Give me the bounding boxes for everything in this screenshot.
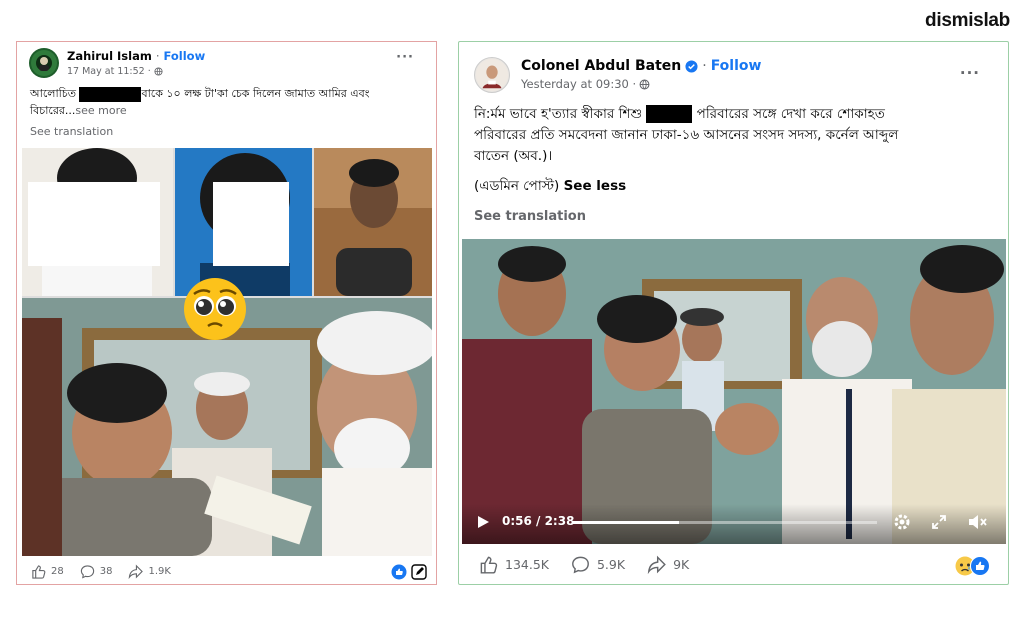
right-see-less-link[interactable]: See less [564,178,627,194]
right-share-button[interactable]: 9K [647,555,689,574]
avatar-image-icon [31,50,57,76]
play-icon[interactable] [476,515,490,529]
left-post-text: আলোচিত বাকে ১০ লক্ষ টা'কা চেক দিলেন জামা… [30,86,370,117]
left-post-header: Zahirul Islam · Follow 17 May at 11:52 · [29,48,205,78]
left-comment-button[interactable]: 38 [80,564,112,579]
globe-icon [154,67,163,76]
redaction-bar [79,86,142,102]
comment-icon [80,565,94,579]
redaction-bar [646,105,693,123]
right-timestamp[interactable]: Yesterday at 09:30 · [521,77,636,91]
right-see-translation-link[interactable]: See translation [474,209,586,224]
right-comment-button[interactable]: 5.9K [571,555,625,574]
fullscreen-icon[interactable] [931,514,947,530]
photo-young-man [314,148,432,296]
pleading-face-emoji-icon [184,278,246,340]
collage-photo-3 [314,148,432,296]
like-reaction-icon [970,556,990,576]
right-follow-button[interactable]: Follow [711,58,762,74]
video-frame-meeting [462,239,1006,544]
left-post: Zahirul Islam · Follow 17 May at 11:52 ·… [16,41,437,585]
left-author-name[interactable]: Zahirul Islam [67,49,152,63]
thumbs-up-icon [32,565,46,579]
right-author-name[interactable]: Colonel Abdul Baten [521,58,681,74]
edit-icon[interactable] [411,564,427,580]
dismislab-logo: dismislab [925,10,1010,31]
privacy-blur-box [28,182,160,266]
right-more-options-icon[interactable]: ··· [960,64,980,82]
privacy-blur-box [213,182,289,266]
right-like-button[interactable]: 134.5K [479,555,549,574]
right-post-header: Colonel Abdul Baten · Follow Yesterday a… [474,57,761,93]
verified-badge-icon [685,59,698,73]
video-progress-track[interactable] [572,521,877,524]
video-progress-fill [572,521,679,524]
share-icon [647,555,666,574]
left-share-button[interactable]: 1.9K [128,564,171,579]
collage-photo-1 [22,148,173,296]
left-follow-button[interactable]: Follow [164,49,206,63]
comment-icon [572,556,589,574]
right-post-actions: 134.5K 5.9K 9K [479,555,689,574]
left-post-media-collage[interactable] [22,148,432,556]
avatar-image-icon [475,58,509,92]
right-post-text: নি:র্মম ভাবে হ'ত্যার স্বীকার শিশু পরিবার… [474,105,899,194]
left-timestamp[interactable]: 17 May at 11:52 · [67,66,151,77]
left-like-button[interactable]: 28 [31,564,64,579]
left-more-options-icon[interactable]: ··· [396,50,414,65]
mute-icon[interactable] [967,513,987,531]
share-icon [129,564,144,579]
left-author-avatar[interactable] [29,48,59,78]
right-post: Colonel Abdul Baten · Follow Yesterday a… [458,41,1009,585]
video-time: 0:56 / 2:38 [502,514,575,528]
left-see-translation-link[interactable]: See translation [30,125,113,138]
left-post-actions: 28 38 1.9K [31,564,171,579]
collage-photo-2 [175,148,312,296]
right-author-avatar[interactable] [474,57,510,93]
globe-icon [639,79,650,89]
left-see-more-link[interactable]: see more [75,104,126,117]
settings-gear-icon[interactable] [892,512,912,532]
right-post-video[interactable]: 0:56 / 2:38 [462,239,1006,544]
thumbs-up-icon [480,556,498,574]
avatar-like-badge-icon [391,564,407,580]
